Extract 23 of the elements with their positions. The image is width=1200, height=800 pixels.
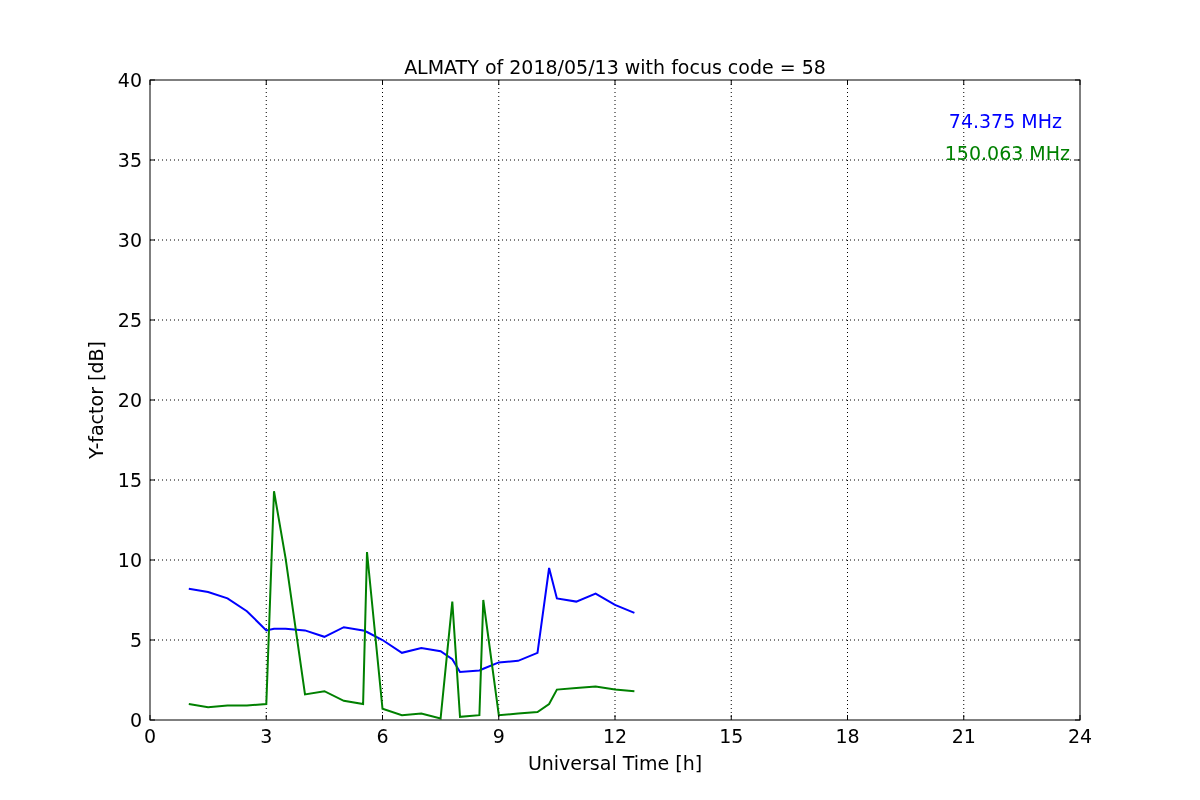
y-tick-label: 20 (117, 389, 142, 411)
y-axis-label: Y-factor [dB] (85, 341, 107, 459)
y-tick-label: 35 (117, 149, 142, 171)
y-tick-label: 30 (117, 229, 142, 251)
x-tick-label: 15 (719, 725, 744, 747)
y-tick-label: 15 (117, 469, 142, 491)
legend-label: 74.375 MHz (948, 110, 1062, 132)
y-tick-label: 5 (129, 629, 142, 651)
x-tick-label: 18 (835, 725, 860, 747)
y-tick-label: 40 (117, 69, 142, 91)
x-tick-label: 3 (260, 725, 273, 747)
x-tick-label: 12 (602, 725, 628, 747)
x-tick-label: 21 (951, 725, 976, 747)
x-axis-label: Universal Time [h] (527, 752, 703, 774)
x-tick-label: 6 (376, 725, 389, 747)
legend-label: 150.063 MHz (944, 142, 1070, 164)
y-tick-label: 10 (117, 549, 142, 571)
x-tick-label: 0 (143, 725, 157, 747)
x-tick-label: 24 (1067, 725, 1093, 747)
x-tick-label: 9 (492, 725, 505, 747)
y-tick-label: 25 (117, 309, 142, 331)
y-tick-label: 0 (129, 709, 142, 731)
chart-title: ALMATY of 2018/05/13 with focus code = 58 (404, 56, 826, 78)
